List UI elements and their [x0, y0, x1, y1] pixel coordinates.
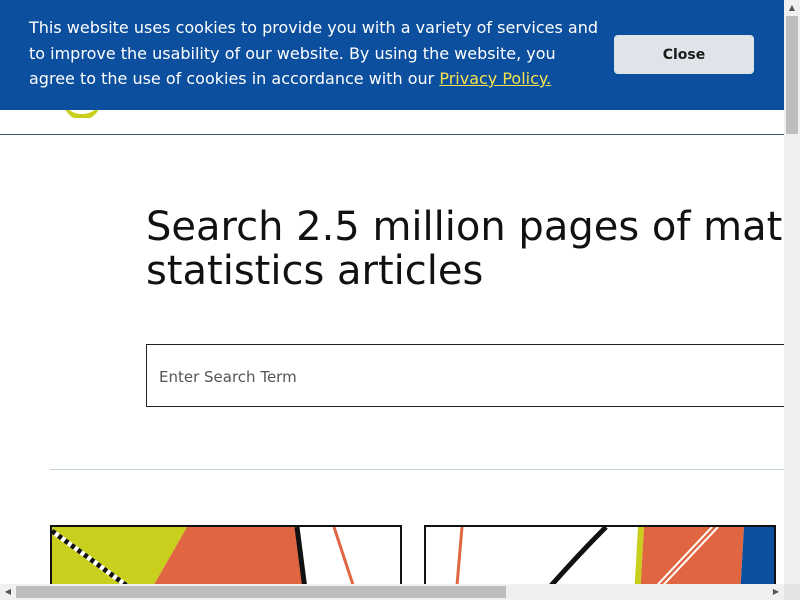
scroll-left-icon[interactable]: ◀ [0, 584, 16, 600]
scroll-right-icon[interactable]: ▶ [768, 584, 784, 600]
scroll-up-icon[interactable]: ▲ [784, 0, 800, 16]
cookie-banner: This website uses cookies to provide you… [0, 0, 784, 110]
card-2-illustration [426, 527, 774, 584]
page-title-line-1: Search 2.5 million pages of mathematics … [146, 204, 784, 250]
privacy-policy-link[interactable]: Privacy Policy. [439, 69, 551, 88]
horizontal-scrollbar-thumb[interactable] [16, 586, 506, 598]
vertical-scrollbar-thumb[interactable] [786, 16, 798, 134]
scrollbar-corner [784, 584, 800, 600]
section-divider [50, 469, 784, 470]
search-box [146, 344, 784, 408]
card-1-illustration [52, 527, 400, 584]
page-title-line-2: statistics articles [146, 248, 484, 294]
page-viewport: Search 2.5 million pages of mathematics … [0, 0, 784, 584]
cookie-close-button[interactable]: Close [614, 35, 754, 74]
article-card-1[interactable] [50, 525, 402, 584]
page-title: Search 2.5 million pages of mathematics … [146, 205, 784, 293]
cookie-message: This website uses cookies to provide you… [29, 15, 599, 92]
search-input[interactable] [157, 345, 761, 408]
header-divider [0, 134, 784, 135]
article-card-2[interactable] [424, 525, 776, 584]
